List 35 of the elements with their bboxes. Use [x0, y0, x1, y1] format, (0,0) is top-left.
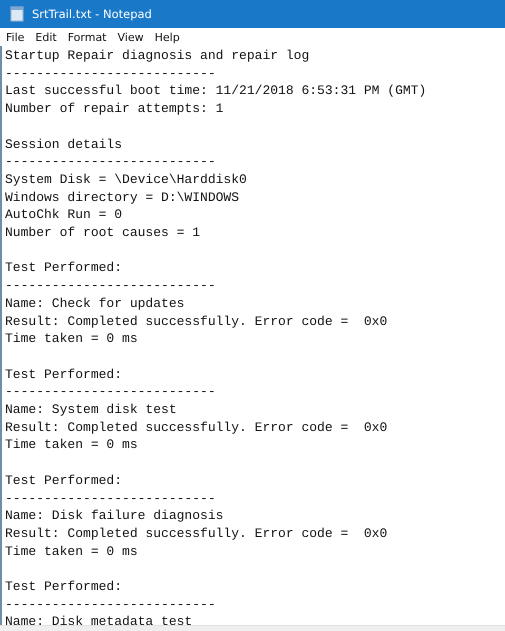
text-line: System Disk = \Device\Harddisk0 — [5, 170, 247, 189]
text-line: Result: Completed successfully. Error code = 0x0 — [5, 418, 388, 436]
text-line: Windows directory = D:\WINDOWS — [5, 188, 240, 206]
text-line: Test Performed: — [5, 578, 122, 596]
window-title: SrtTrail.txt - Notepad — [32, 7, 152, 21]
text-line: Name: Check for updates — [5, 294, 184, 313]
menu-item[interactable]: View — [118, 30, 144, 44]
text-line: Number of repair attempts: 1 — [5, 100, 224, 118]
text-line: --------------------------- — [5, 383, 216, 402]
text-line: AutoChk Run = 0 — [5, 206, 122, 224]
scrollbar-track[interactable] — [0, 625, 505, 631]
text-line: Number of root causes = 1 — [5, 224, 200, 242]
text-line: Startup Repair diagnosis and repair log — [5, 47, 310, 65]
text-line: --------------------------- — [5, 64, 216, 82]
text-line: Test Performed: — [5, 472, 122, 490]
text-line: --------------------------- — [5, 277, 216, 295]
menu-item[interactable]: Edit — [35, 30, 57, 44]
notepad-icon — [10, 6, 24, 22]
menu-item[interactable]: Help — [154, 30, 180, 44]
text-line: Time taken = 0 ms — [5, 436, 138, 454]
text-line: --------------------------- — [5, 153, 216, 171]
text-line: Test Performed: — [5, 366, 122, 384]
text-line: Name: System disk test — [5, 401, 177, 419]
text-line: --------------------------- — [5, 490, 216, 508]
text-line: Last successful boot time: 11/21/2018 6:53:31 PM (GMT) — [5, 82, 426, 100]
text-line: Name: Disk failure diagnosis — [5, 507, 224, 525]
text-line: Time taken = 0 ms — [5, 330, 138, 348]
text-line: Time taken = 0 ms — [5, 542, 138, 560]
text-line: Session details — [5, 136, 122, 154]
menu-item[interactable]: File — [6, 30, 24, 44]
text-line: Result: Completed successfully. Error code = 0x0 — [5, 312, 388, 330]
menu-item[interactable]: Format — [68, 30, 106, 44]
text-line: Result: Completed successfully. Error code = 0x0 — [5, 524, 388, 543]
text-line: --------------------------- — [5, 596, 216, 614]
text-line: Test Performed: — [5, 259, 122, 278]
